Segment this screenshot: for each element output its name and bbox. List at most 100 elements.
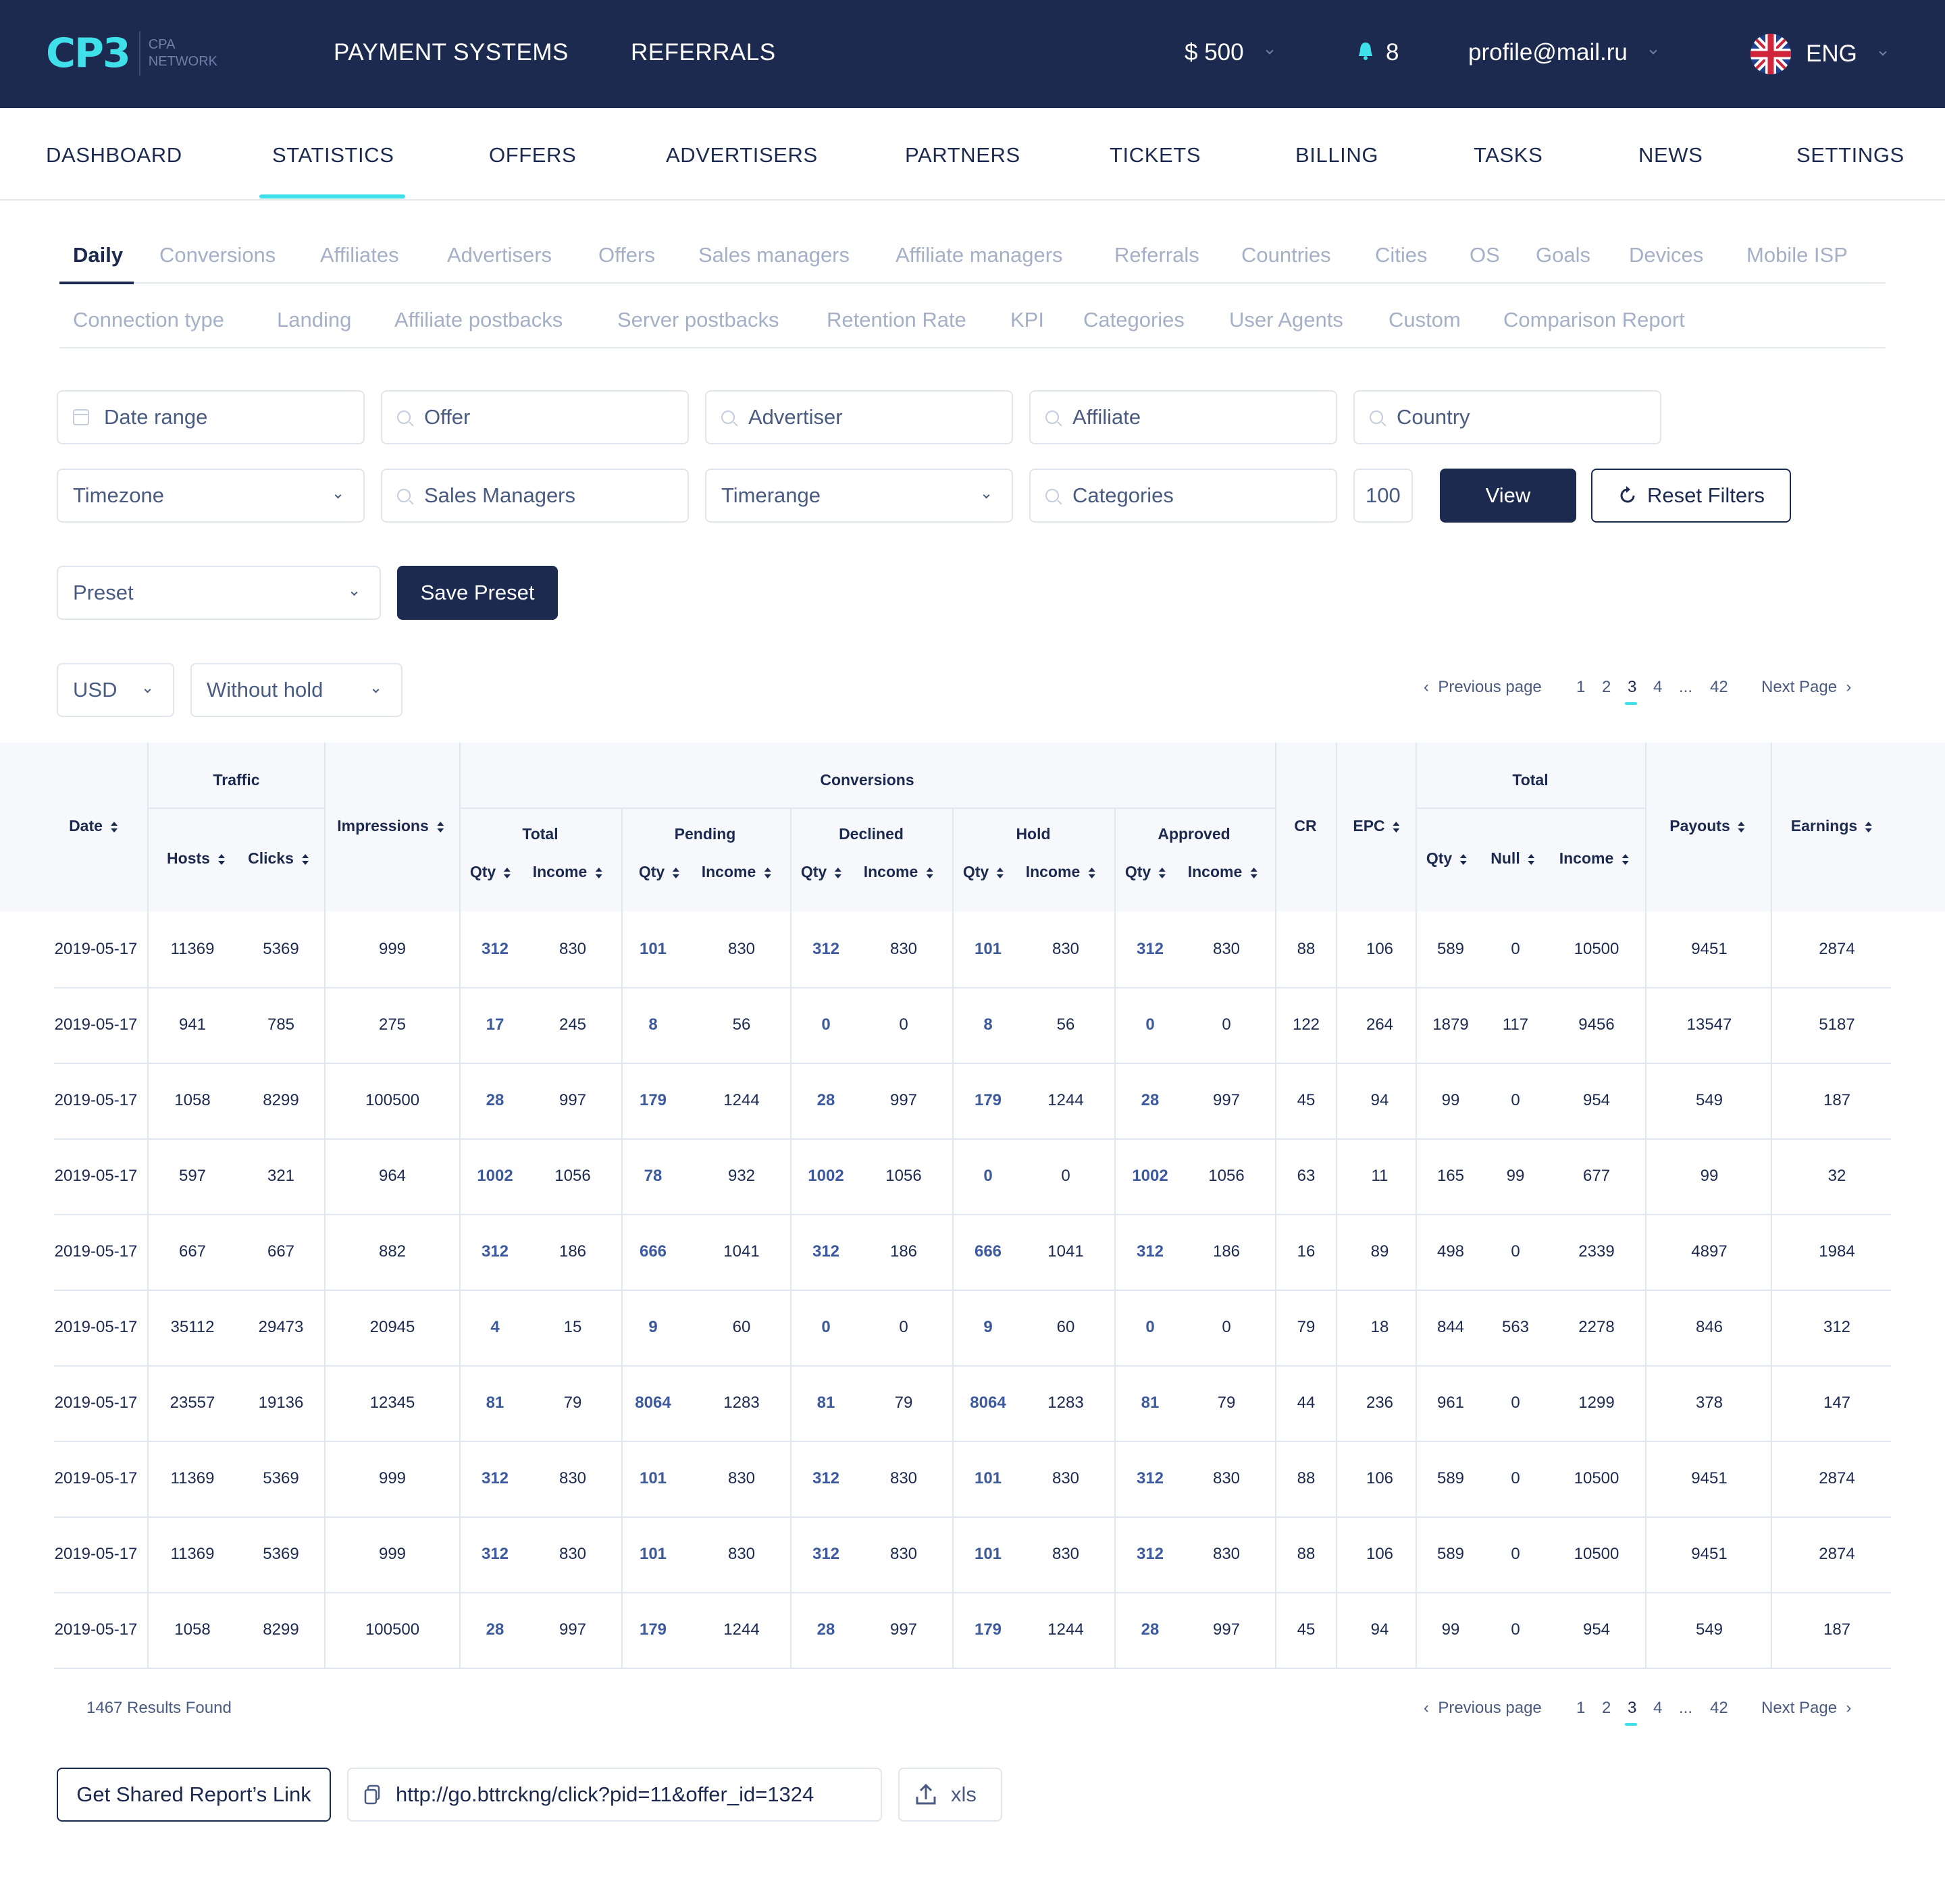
sub-tab-offers[interactable]: Offers — [598, 243, 655, 267]
header-total-null[interactable]: Null — [1490, 849, 1535, 868]
cell-declined-qty[interactable]: 81 — [817, 1394, 835, 1412]
main-nav-dashboard[interactable]: DASHBOARD — [46, 143, 182, 167]
header-declined-qty[interactable]: Qty — [801, 863, 842, 881]
header-approved-income[interactable]: Income — [1188, 863, 1257, 881]
cell-total-qty[interactable]: 28 — [486, 1620, 504, 1639]
main-nav-tickets[interactable]: TICKETS — [1110, 143, 1201, 167]
previous-page-link[interactable]: ‹ Previous page — [1424, 1699, 1542, 1718]
cell-pending-qty[interactable]: 101 — [640, 1469, 667, 1488]
sub-tab-daily[interactable]: Daily — [73, 243, 123, 267]
cell-hold-qty[interactable]: 101 — [975, 1469, 1002, 1488]
currency-select[interactable]: USD — [57, 663, 174, 717]
header-payouts[interactable]: Payouts — [1669, 817, 1745, 835]
cell-hold-qty[interactable]: 101 — [975, 1545, 1002, 1564]
cell-pending-qty[interactable]: 666 — [640, 1242, 667, 1261]
cell-hold-qty[interactable]: 8 — [983, 1015, 992, 1034]
cell-declined-qty[interactable]: 28 — [817, 1620, 835, 1639]
sub-tab-server-postbacks[interactable]: Server postbacks — [617, 308, 779, 332]
header-clicks[interactable]: Clicks — [248, 849, 309, 868]
sub-tab-comparison-report[interactable]: Comparison Report — [1503, 308, 1685, 332]
sub-tab-os[interactable]: OS — [1470, 243, 1500, 267]
preset-select[interactable]: Preset — [57, 566, 381, 620]
header-approved-qty[interactable]: Qty — [1125, 863, 1166, 881]
sub-tab-affiliates[interactable]: Affiliates — [320, 243, 399, 267]
language-dropdown[interactable]: ENG — [1750, 34, 1887, 74]
main-nav-offers[interactable]: OFFERS — [489, 143, 576, 167]
cell-pending-qty[interactable]: 9 — [648, 1318, 657, 1337]
page-4[interactable]: 4 — [1653, 1699, 1662, 1718]
cell-pending-qty[interactable]: 8064 — [635, 1394, 671, 1412]
sub-tab-affiliate-managers[interactable]: Affiliate managers — [896, 243, 1063, 267]
nav-referrals[interactable]: REFERRALS — [631, 39, 776, 66]
sub-tab-kpi[interactable]: KPI — [1010, 308, 1044, 332]
cell-approved-qty[interactable]: 1002 — [1132, 1167, 1168, 1186]
sub-tab-mobile-isp[interactable]: Mobile ISP — [1746, 243, 1848, 267]
header-pending-income[interactable]: Income — [702, 863, 771, 881]
sub-tab-advertisers[interactable]: Advertisers — [447, 243, 552, 267]
get-shared-link-button[interactable]: Get Shared Report’s Link — [57, 1768, 331, 1822]
cell-declined-qty[interactable]: 312 — [812, 1545, 839, 1564]
sub-tab-sales-managers[interactable]: Sales managers — [698, 243, 850, 267]
cell-hold-qty[interactable]: 0 — [983, 1167, 992, 1186]
sales-managers-search-field[interactable]: Sales Managers — [381, 469, 689, 523]
advertiser-search-field[interactable]: Advertiser — [705, 390, 1013, 444]
cell-approved-qty[interactable]: 81 — [1141, 1394, 1160, 1412]
cell-hold-qty[interactable]: 179 — [975, 1620, 1002, 1639]
cell-pending-qty[interactable]: 179 — [640, 1091, 667, 1110]
cell-declined-qty[interactable]: 28 — [817, 1091, 835, 1110]
balance-dropdown[interactable]: $ 500 — [1185, 39, 1274, 66]
page-3-current[interactable]: 3 — [1628, 1699, 1636, 1718]
export-xls-button[interactable]: xls — [898, 1768, 1002, 1822]
page-4[interactable]: 4 — [1653, 678, 1662, 697]
sub-tab-custom[interactable]: Custom — [1389, 308, 1461, 332]
cell-hold-qty[interactable]: 8064 — [970, 1394, 1006, 1412]
cell-pending-qty[interactable]: 179 — [640, 1620, 667, 1639]
main-nav-news[interactable]: NEWS — [1638, 143, 1703, 167]
cell-approved-qty[interactable]: 312 — [1137, 1242, 1164, 1261]
cell-approved-qty[interactable]: 0 — [1145, 1318, 1154, 1337]
date-range-field[interactable]: Date range — [57, 390, 365, 444]
header-epc[interactable]: EPC — [1353, 817, 1400, 835]
hold-select[interactable]: Without hold — [190, 663, 403, 717]
previous-page-link[interactable]: ‹ Previous page — [1424, 678, 1542, 697]
rows-limit-field[interactable]: 100 — [1353, 469, 1413, 523]
cell-total-qty[interactable]: 17 — [486, 1015, 504, 1034]
cell-approved-qty[interactable]: 28 — [1141, 1620, 1160, 1639]
categories-search-field[interactable]: Categories — [1029, 469, 1337, 523]
cell-total-qty[interactable]: 312 — [482, 1469, 509, 1488]
cell-approved-qty[interactable]: 312 — [1137, 940, 1164, 959]
page-3-current[interactable]: 3 — [1628, 678, 1636, 697]
cell-declined-qty[interactable]: 312 — [812, 1242, 839, 1261]
cell-total-qty[interactable]: 312 — [482, 1242, 509, 1261]
header-hold-income[interactable]: Income — [1026, 863, 1095, 881]
page-1[interactable]: 1 — [1576, 1699, 1585, 1718]
sub-tab-landing[interactable]: Landing — [277, 308, 351, 332]
page-1[interactable]: 1 — [1576, 678, 1585, 697]
cell-hold-qty[interactable]: 179 — [975, 1091, 1002, 1110]
cell-declined-qty[interactable]: 0 — [821, 1318, 830, 1337]
cell-approved-qty[interactable]: 312 — [1137, 1545, 1164, 1564]
cell-hold-qty[interactable]: 666 — [975, 1242, 1002, 1261]
cell-approved-qty[interactable]: 312 — [1137, 1469, 1164, 1488]
view-button[interactable]: View — [1440, 469, 1576, 523]
affiliate-search-field[interactable]: Affiliate — [1029, 390, 1337, 444]
sub-tab-connection-type[interactable]: Connection type — [73, 308, 224, 332]
page-42[interactable]: 42 — [1710, 1699, 1728, 1718]
timezone-select[interactable]: Timezone — [57, 469, 365, 523]
main-nav-billing[interactable]: BILLING — [1295, 143, 1378, 167]
cell-total-qty[interactable]: 81 — [486, 1394, 504, 1412]
header-total-income[interactable]: Income — [1559, 849, 1629, 868]
cell-declined-qty[interactable]: 1002 — [808, 1167, 844, 1186]
profile-dropdown[interactable]: profile@mail.ru — [1468, 39, 1657, 66]
main-nav-settings[interactable]: SETTINGS — [1796, 143, 1904, 167]
header-total-income[interactable]: Income — [533, 863, 602, 881]
page-2[interactable]: 2 — [1602, 1699, 1611, 1718]
header-hosts[interactable]: Hosts — [167, 849, 225, 868]
cell-approved-qty[interactable]: 0 — [1145, 1015, 1154, 1034]
sub-tab-devices[interactable]: Devices — [1629, 243, 1703, 267]
cell-pending-qty[interactable]: 101 — [640, 940, 667, 959]
header-declined-income[interactable]: Income — [864, 863, 933, 881]
next-page-link[interactable]: Next Page › — [1761, 678, 1851, 697]
main-nav-statistics[interactable]: STATISTICS — [272, 143, 394, 167]
header-impressions[interactable]: Impressions — [337, 817, 444, 835]
